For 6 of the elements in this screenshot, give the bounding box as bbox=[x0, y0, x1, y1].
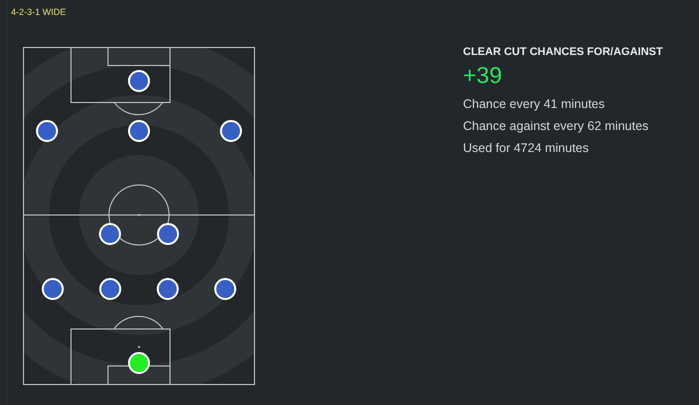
stat-text: Chance against every 62 minutes bbox=[463, 118, 650, 135]
stat-text: Used for 4724 minutes bbox=[463, 140, 590, 157]
formation-title: 4-2-3-1 WIDE bbox=[11, 6, 68, 18]
stat-title: CLEAR CUT CHANCES FOR/AGAINST bbox=[463, 45, 663, 59]
stat-value: +39 bbox=[463, 61, 504, 89]
stat-text: Chance every 41 minutes bbox=[463, 96, 606, 113]
